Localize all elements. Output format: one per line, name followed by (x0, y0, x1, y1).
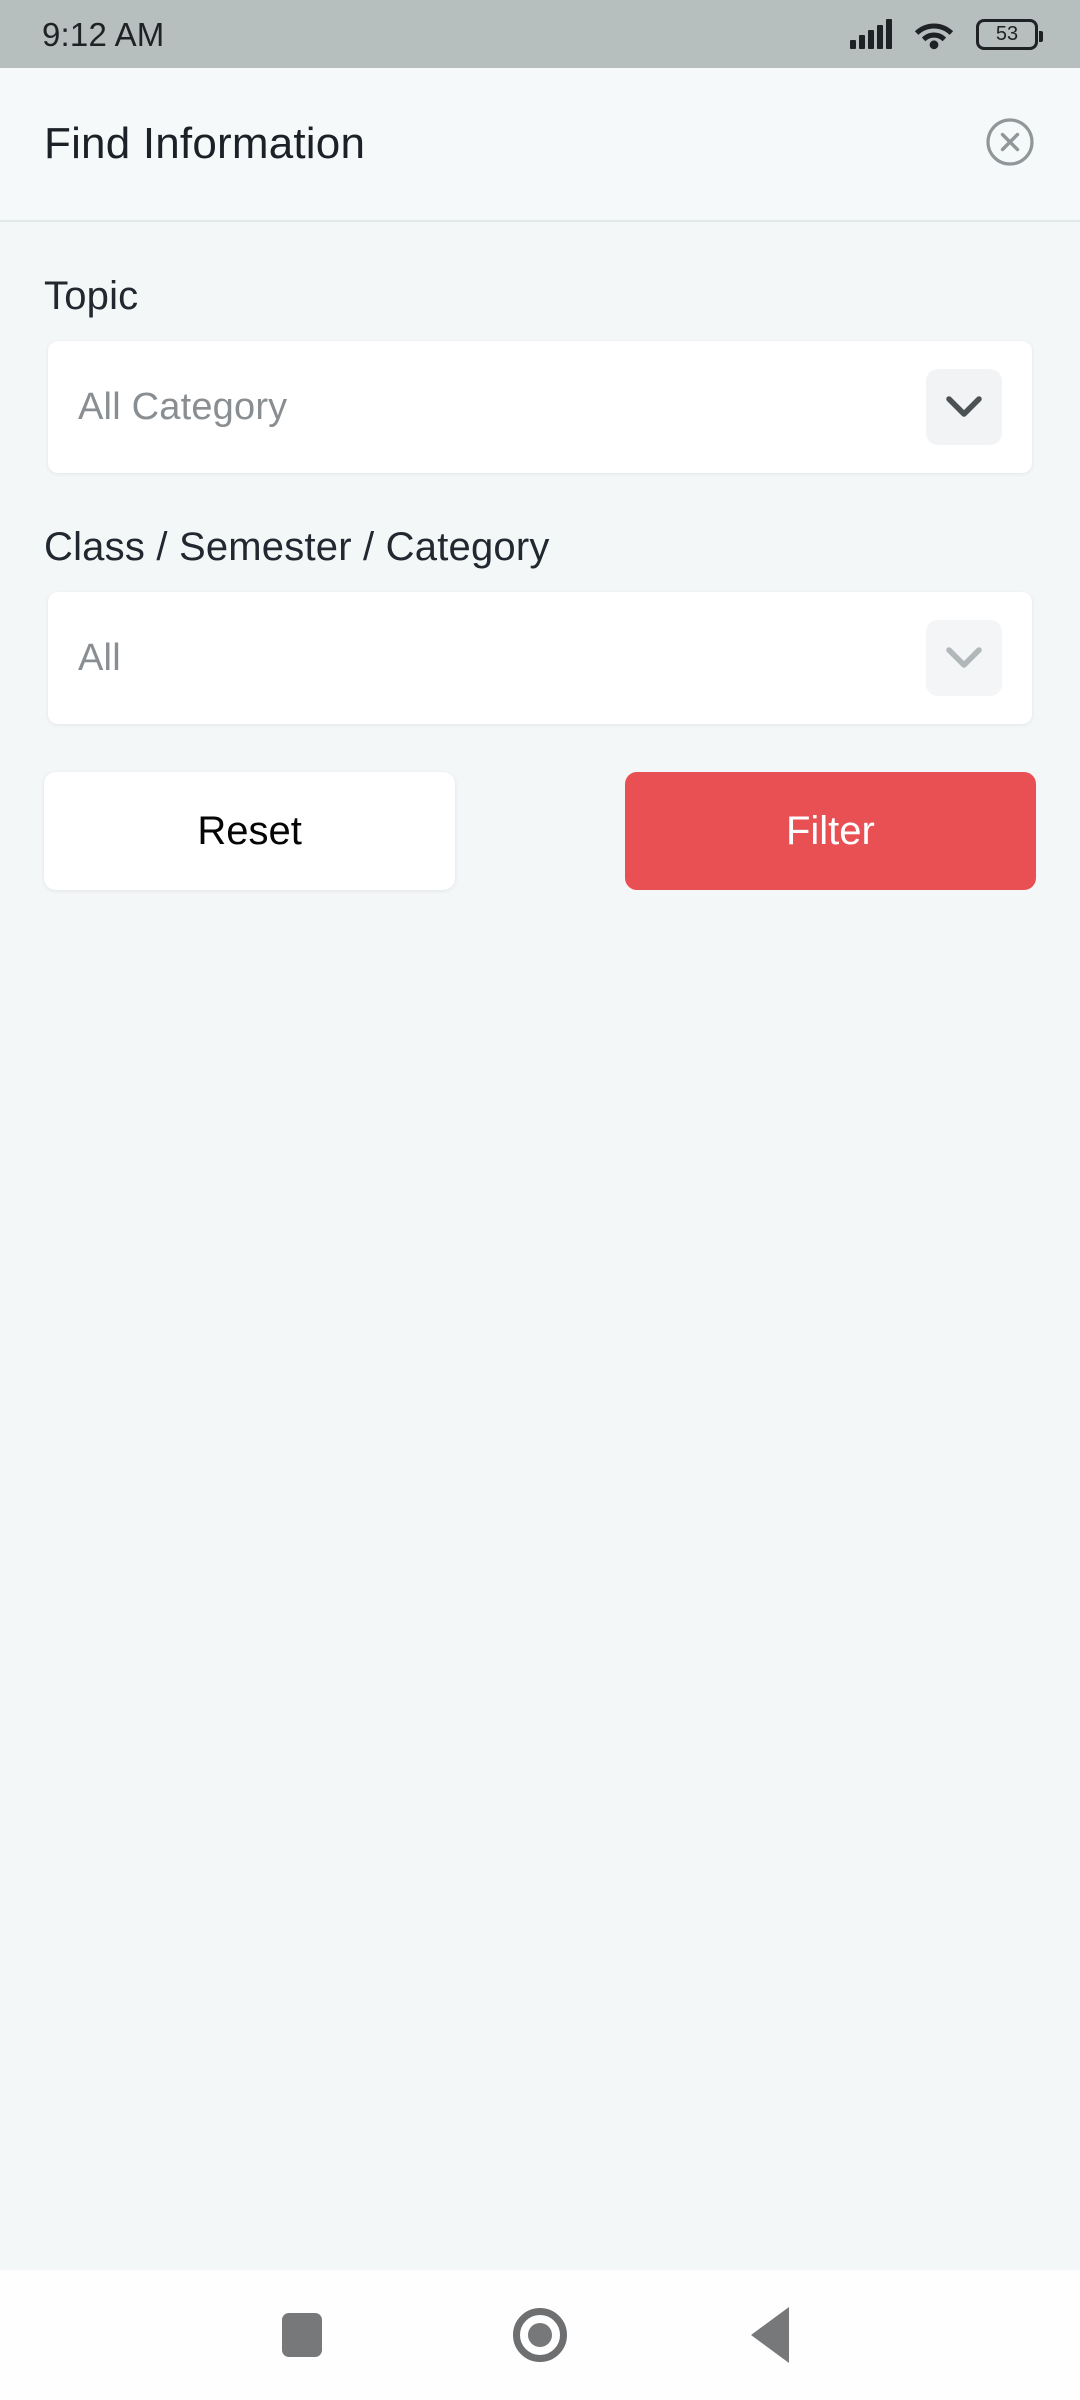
page-title: Find Information (44, 119, 366, 168)
class-semester-category-label: Class / Semester / Category (44, 525, 550, 569)
topic-chevron-down-icon[interactable] (926, 369, 1002, 445)
class-semester-category-dropdown[interactable]: All (48, 592, 1032, 724)
triangle-back-icon (751, 2307, 789, 2363)
topic-label: Topic (44, 274, 139, 318)
status-bar: 9:12 AM 53 (0, 0, 1080, 68)
reset-button[interactable]: Reset (44, 772, 456, 890)
square-icon (282, 2313, 322, 2357)
filter-form: Topic All Category Class / Semester / Ca… (0, 222, 1080, 890)
close-circle-icon (984, 116, 1036, 173)
wifi-icon (914, 18, 954, 50)
home-button[interactable] (460, 2270, 620, 2400)
back-button[interactable] (690, 2270, 850, 2400)
class-semester-category-dropdown-value: All (78, 636, 121, 679)
recents-button[interactable] (222, 2270, 382, 2400)
topic-dropdown[interactable]: All Category (48, 341, 1032, 473)
filter-button[interactable]: Filter (624, 772, 1036, 890)
battery-icon: 53 (976, 18, 1043, 50)
signal-bars-icon (850, 19, 892, 49)
android-navigation-bar (0, 2270, 1080, 2400)
button-spacer (455, 772, 625, 890)
class-semester-category-chevron-down-icon[interactable] (926, 620, 1002, 696)
app-header: Find Information (0, 68, 1080, 222)
action-button-row: Reset Filter (44, 772, 1036, 890)
status-bar-clock: 9:12 AM (42, 15, 165, 53)
status-bar-icons: 53 (850, 18, 1043, 50)
battery-level-text: 53 (995, 23, 1019, 45)
circle-icon (513, 2308, 567, 2362)
close-button[interactable] (982, 116, 1038, 172)
topic-dropdown-value: All Category (78, 385, 288, 428)
